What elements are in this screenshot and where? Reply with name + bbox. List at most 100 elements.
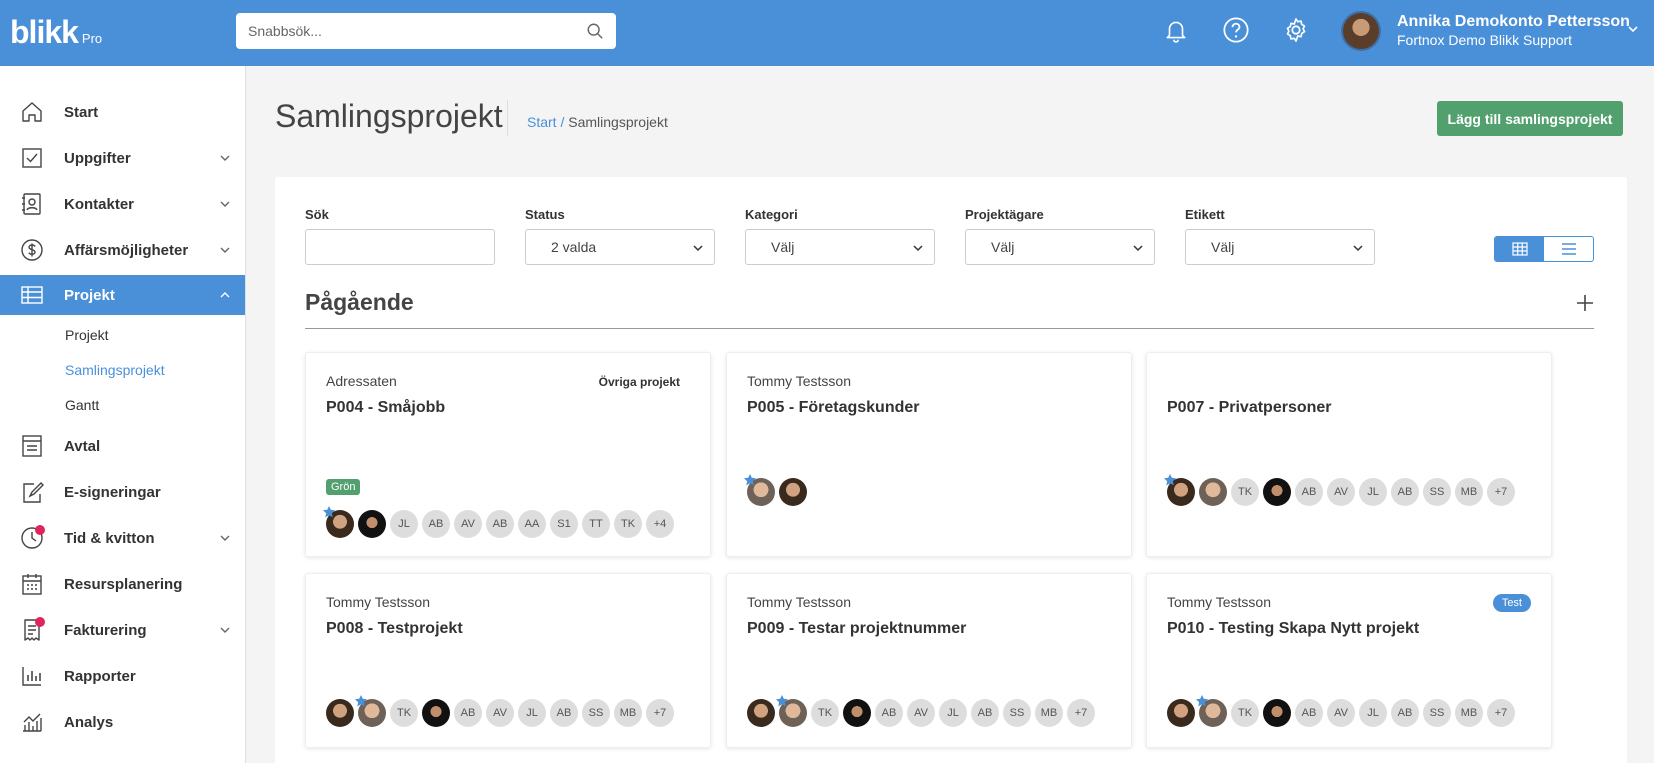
project-card[interactable]: Tommy Testsson Test P010 - Testing Skapa… bbox=[1146, 573, 1552, 748]
breadcrumb-home[interactable]: Start bbox=[527, 114, 557, 130]
member-avatar[interactable] bbox=[1199, 478, 1227, 506]
member-avatar[interactable]: S1 bbox=[550, 510, 578, 538]
member-avatar[interactable]: SS bbox=[1423, 478, 1451, 506]
member-avatar[interactable]: AA bbox=[518, 510, 546, 538]
member-avatar[interactable]: TK bbox=[390, 699, 418, 727]
project-card[interactable]: Tommy Testsson P008 - Testprojekt TK AB … bbox=[305, 573, 711, 748]
member-avatar[interactable] bbox=[1263, 699, 1291, 727]
member-avatar[interactable]: AB bbox=[1295, 699, 1323, 727]
member-avatar[interactable]: AB bbox=[971, 699, 999, 727]
sidebar-item-rapporter[interactable]: Rapporter bbox=[0, 656, 245, 696]
member-avatar[interactable] bbox=[776, 695, 807, 727]
add-collection-project-button[interactable]: Lägg till samlingsprojekt bbox=[1437, 101, 1623, 136]
member-avatar[interactable]: AV bbox=[907, 699, 935, 727]
list-view-button[interactable] bbox=[1544, 237, 1593, 261]
search-icon[interactable] bbox=[586, 22, 604, 40]
member-avatar[interactable] bbox=[779, 478, 807, 506]
member-avatar[interactable]: AB bbox=[1391, 478, 1419, 506]
project-card[interactable]: P007 - Privatpersoner TK AB AV JL AB SS … bbox=[1146, 352, 1552, 557]
plus-icon[interactable] bbox=[1576, 294, 1594, 312]
chevron-down-icon[interactable] bbox=[1626, 22, 1640, 36]
sidebar-item-tid-kvitton[interactable]: Tid & kvitton bbox=[0, 518, 245, 558]
member-avatar[interactable]: TK bbox=[1231, 699, 1259, 727]
member-avatar[interactable] bbox=[747, 699, 775, 727]
member-avatar[interactable]: AB bbox=[422, 510, 450, 538]
member-avatar[interactable]: AV bbox=[1327, 699, 1355, 727]
member-avatar[interactable]: TK bbox=[1231, 478, 1259, 506]
sidebar-subitem-gantt[interactable]: Gantt bbox=[65, 397, 99, 413]
user-avatar[interactable] bbox=[1341, 11, 1381, 51]
member-avatar[interactable] bbox=[323, 506, 354, 538]
member-avatar[interactable]: MB bbox=[1455, 699, 1483, 727]
more-members-count[interactable]: +7 bbox=[646, 699, 674, 727]
search-filter-input[interactable] bbox=[314, 239, 494, 255]
member-avatar[interactable]: AB bbox=[454, 699, 482, 727]
tag-filter[interactable]: Välj bbox=[1185, 229, 1375, 265]
sidebar-item-uppgifter[interactable]: Uppgifter bbox=[0, 138, 245, 178]
member-avatar[interactable]: JL bbox=[518, 699, 546, 727]
notifications-button[interactable] bbox=[1160, 14, 1192, 46]
member-avatar[interactable] bbox=[326, 699, 354, 727]
status-filter[interactable]: 2 valda bbox=[525, 229, 715, 265]
logo[interactable]: blikk Pro bbox=[10, 14, 102, 51]
card-project-name[interactable]: P010 - Testing Skapa Nytt projekt bbox=[1167, 620, 1419, 638]
sidebar-subitem-samlingsprojekt[interactable]: Samlingsprojekt bbox=[65, 362, 165, 378]
member-avatar[interactable]: AB bbox=[550, 699, 578, 727]
card-project-name[interactable]: P008 - Testprojekt bbox=[326, 620, 463, 638]
member-avatar[interactable]: SS bbox=[1423, 699, 1451, 727]
member-avatar[interactable]: TT bbox=[582, 510, 610, 538]
member-avatar[interactable]: AV bbox=[1327, 478, 1355, 506]
sidebar-item-avtal[interactable]: Avtal bbox=[0, 426, 245, 466]
sidebar-item-start[interactable]: Start bbox=[0, 92, 245, 132]
card-project-name[interactable]: P005 - Företagskunder bbox=[747, 399, 920, 417]
member-avatar[interactable]: JL bbox=[1359, 478, 1387, 506]
user-organization[interactable]: Fortnox Demo Blikk Support bbox=[1397, 32, 1572, 48]
member-avatar[interactable] bbox=[843, 699, 871, 727]
member-avatar[interactable]: TK bbox=[614, 510, 642, 538]
card-project-name[interactable]: P009 - Testar projektnummer bbox=[747, 620, 966, 638]
help-button[interactable] bbox=[1220, 14, 1252, 46]
sidebar-item-affarsmojligheter[interactable]: Affärsmöjligheter bbox=[0, 230, 245, 270]
more-members-count[interactable]: +4 bbox=[646, 510, 674, 538]
owner-filter[interactable]: Välj bbox=[965, 229, 1155, 265]
member-avatar[interactable] bbox=[422, 699, 450, 727]
more-members-count[interactable]: +7 bbox=[1067, 699, 1095, 727]
card-project-name[interactable]: P007 - Privatpersoner bbox=[1167, 399, 1332, 417]
member-avatar[interactable] bbox=[355, 695, 386, 727]
category-filter[interactable]: Välj bbox=[745, 229, 935, 265]
settings-button[interactable] bbox=[1280, 14, 1312, 46]
sidebar-item-kontakter[interactable]: Kontakter bbox=[0, 184, 245, 224]
member-avatar[interactable]: MB bbox=[1455, 478, 1483, 506]
grid-view-button[interactable] bbox=[1495, 237, 1544, 261]
member-avatar[interactable]: SS bbox=[582, 699, 610, 727]
sidebar-item-e-signeringar[interactable]: E-signeringar bbox=[0, 472, 245, 512]
member-avatar[interactable] bbox=[744, 474, 775, 506]
member-avatar[interactable] bbox=[1164, 474, 1195, 506]
sidebar-item-analys[interactable]: Analys bbox=[0, 702, 245, 742]
member-avatar[interactable]: AB bbox=[486, 510, 514, 538]
sidebar-item-fakturering[interactable]: Fakturering bbox=[0, 610, 245, 650]
quick-search-input[interactable] bbox=[248, 23, 586, 39]
member-avatar[interactable] bbox=[1263, 478, 1291, 506]
member-avatar[interactable]: AB bbox=[1391, 699, 1419, 727]
member-avatar[interactable] bbox=[358, 510, 386, 538]
user-name[interactable]: Annika Demokonto Pettersson bbox=[1397, 13, 1630, 31]
member-avatar[interactable]: JL bbox=[1359, 699, 1387, 727]
member-avatar[interactable]: JL bbox=[390, 510, 418, 538]
project-card[interactable]: Adressaten Övriga projekt P004 - Småjobb… bbox=[305, 352, 711, 557]
sidebar-item-resursplanering[interactable]: Resursplanering bbox=[0, 564, 245, 604]
more-members-count[interactable]: +7 bbox=[1487, 699, 1515, 727]
member-avatar[interactable] bbox=[1196, 695, 1227, 727]
sidebar-subitem-projekt[interactable]: Projekt bbox=[65, 327, 109, 343]
member-avatar[interactable]: JL bbox=[939, 699, 967, 727]
card-project-name[interactable]: P004 - Småjobb bbox=[326, 399, 445, 417]
project-card[interactable]: Tommy Testsson P009 - Testar projektnumm… bbox=[726, 573, 1132, 748]
member-avatar[interactable]: MB bbox=[1035, 699, 1063, 727]
project-card[interactable]: Tommy Testsson P005 - Företagskunder bbox=[726, 352, 1132, 557]
member-avatar[interactable]: AB bbox=[875, 699, 903, 727]
member-avatar[interactable]: TK bbox=[811, 699, 839, 727]
sidebar-item-projekt[interactable]: Projekt bbox=[0, 275, 245, 315]
member-avatar[interactable]: AV bbox=[486, 699, 514, 727]
member-avatar[interactable]: SS bbox=[1003, 699, 1031, 727]
member-avatar[interactable]: MB bbox=[614, 699, 642, 727]
